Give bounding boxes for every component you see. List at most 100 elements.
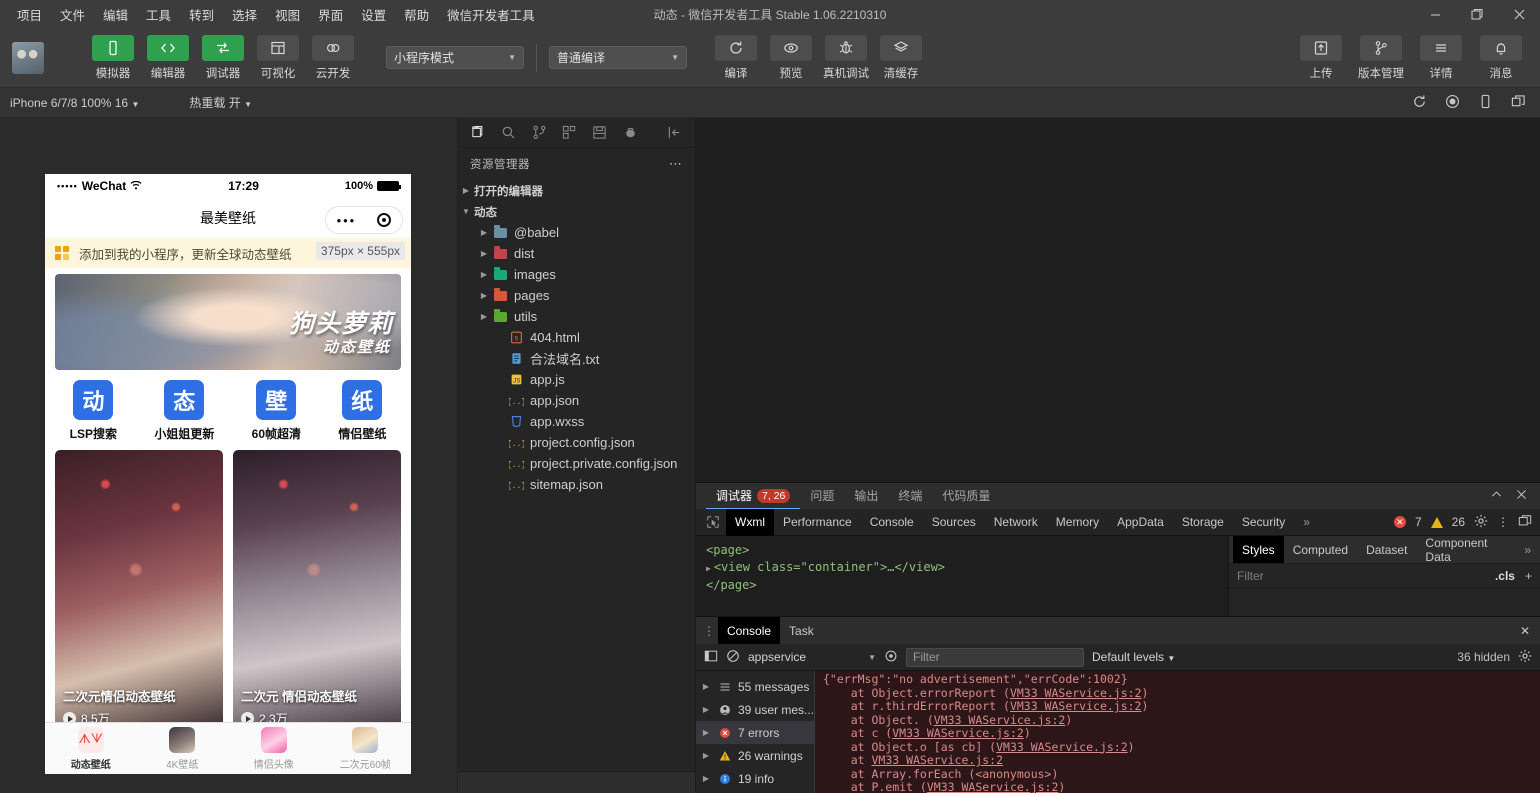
menu-item-0[interactable]: 项目 [8, 1, 51, 28]
kebab-icon[interactable]: ⋮ [1497, 515, 1509, 529]
expand-arrow-icon[interactable]: ▶ [476, 228, 492, 237]
console-source-link[interactable]: VM33 WAService.js:2 [1010, 686, 1142, 700]
expand-arrow-icon[interactable]: ▶ [700, 705, 712, 714]
more-icon[interactable]: ⋯ [669, 156, 683, 172]
menu-item-6[interactable]: 视图 [266, 1, 309, 28]
console-tab-Task[interactable]: Task [780, 617, 823, 644]
hero-banner[interactable]: 狗头萝莉 动态壁纸 [55, 274, 401, 370]
console-settings-gear-icon[interactable] [1518, 649, 1532, 666]
debug-icon[interactable] [622, 124, 638, 141]
kebab-icon[interactable]: ⋮ [700, 624, 718, 638]
extensions-icon[interactable] [561, 124, 577, 141]
wechat-capsule[interactable]: ••• [325, 206, 403, 234]
toolbar-button-可视化[interactable]: 可视化 [255, 34, 301, 81]
chrome-tab-Performance[interactable]: Performance [774, 509, 861, 536]
toolbar-button-预览[interactable]: 预览 [768, 34, 814, 81]
chrome-tabs-overflow[interactable]: » [1294, 509, 1319, 536]
console-context-select[interactable]: appservice ▼ [748, 650, 876, 664]
source-control-icon[interactable] [531, 124, 547, 141]
window-icon[interactable] [1511, 94, 1526, 112]
collapse-icon[interactable] [667, 124, 683, 141]
devtools-tab-调试器[interactable]: 调试器 7, 26 [706, 483, 801, 509]
toolbar-button-编译[interactable]: 编译 [713, 34, 759, 81]
console-messages[interactable]: {"errMsg":"no advertisement","errCode":1… [815, 671, 1540, 793]
toolbar-button-消息[interactable]: 消息 [1476, 34, 1526, 81]
toolbar-button-真机调试[interactable]: 真机调试 [823, 34, 869, 81]
toolbar-button-云开发[interactable]: 云开发 [310, 34, 356, 81]
files-icon[interactable] [470, 124, 486, 141]
expand-arrow-icon[interactable]: ▶ [476, 249, 492, 258]
cls-button[interactable]: .cls [1495, 569, 1515, 583]
tree-file-app.wxss[interactable]: app.wxss [458, 411, 695, 432]
expand-arrow-icon[interactable]: ▶ [700, 728, 712, 737]
category-item[interactable]: 纸情侣壁纸 [338, 380, 386, 442]
expand-arrow-icon[interactable]: ▶ [700, 751, 712, 760]
tree-folder-dist[interactable]: ▶ dist [458, 243, 695, 264]
phone-tab-1[interactable]: 4K壁纸 [137, 726, 229, 771]
category-item[interactable]: 壁 60帧超清 [252, 380, 301, 442]
tree-file-app.json[interactable]: {..} app.json [458, 390, 695, 411]
chrome-tab-AppData[interactable]: AppData [1108, 509, 1173, 536]
console-close-button[interactable]: ✕ [1520, 624, 1540, 638]
tree-folder-@babel[interactable]: ▶ @babel [458, 222, 695, 243]
expand-arrow-icon[interactable]: ▶ [700, 682, 712, 691]
console-filter-input[interactable]: Filter [906, 647, 1084, 667]
console-levels-select[interactable]: Default levels ▼ [1092, 650, 1175, 664]
error-count[interactable]: 7 [1415, 515, 1422, 529]
styles-filter-input[interactable]: Filter [1237, 569, 1495, 583]
chrome-tab-Network[interactable]: Network [985, 509, 1047, 536]
devtools-tab-终端[interactable]: 终端 [888, 483, 932, 509]
target-icon[interactable] [377, 213, 392, 227]
toolbar-button-模拟器[interactable]: 模拟器 [90, 34, 136, 81]
console-filter-26 warnings[interactable]: ▶ 26 warnings [696, 744, 814, 767]
chrome-tab-Console[interactable]: Console [861, 509, 923, 536]
category-item[interactable]: 动 LSP搜索 [70, 380, 117, 442]
toolbar-button-清缓存[interactable]: 清缓存 [878, 34, 924, 81]
mode-select[interactable]: 小程序模式 ▼ [386, 46, 524, 69]
tree-file-合法域名.txt[interactable]: 合法域名.txt [458, 348, 695, 369]
device-icon[interactable] [1478, 94, 1493, 112]
console-sidebar-toggle-icon[interactable] [704, 649, 718, 666]
wallpaper-card[interactable]: 二次元情侣动态壁纸 8.5万 [55, 450, 223, 735]
warning-count[interactable]: 26 [1452, 515, 1465, 529]
styles-tab-Component Data[interactable]: Component Data [1416, 536, 1515, 564]
menu-item-3[interactable]: 工具 [137, 1, 180, 28]
add-rule-button[interactable]: + [1525, 569, 1532, 583]
minimize-button[interactable] [1414, 0, 1456, 28]
wxml-line[interactable]: ▶ <view class="container">…</view> [706, 559, 1218, 577]
menu-item-4[interactable]: 转到 [180, 1, 223, 28]
device-select[interactable]: iPhone 6/7/8 100% 16 ▼ [0, 96, 149, 110]
expand-arrow-icon[interactable]: ▶ [700, 774, 712, 783]
tree-file-404.html[interactable]: 5 404.html [458, 327, 695, 348]
devtools-tab-输出[interactable]: 输出 [844, 483, 888, 509]
menu-item-7[interactable]: 界面 [309, 1, 352, 28]
gear-icon[interactable] [1474, 514, 1488, 531]
add-to-miniprogram-banner[interactable]: 添加到我的小程序，更新全球动态壁纸 375px × 555px [45, 238, 411, 268]
console-source-link[interactable]: VM33 WAService.js:2 [996, 740, 1128, 754]
chrome-tab-Wxml[interactable]: Wxml [726, 508, 774, 536]
devtools-tab-问题[interactable]: 问题 [800, 483, 844, 509]
menu-item-2[interactable]: 编辑 [94, 1, 137, 28]
phone-tab-3[interactable]: 二次元60帧 [320, 726, 412, 771]
expand-arrow-icon[interactable]: ▼ [458, 207, 474, 216]
styles-tab-Dataset[interactable]: Dataset [1357, 536, 1416, 563]
editor-area[interactable] [696, 118, 1540, 482]
console-filter-39 user mes...[interactable]: ▶ 39 user mes... [696, 698, 814, 721]
expand-arrow-icon[interactable]: ▶ [476, 270, 492, 279]
console-source-link[interactable]: VM33 WAService.js:2 [892, 726, 1024, 740]
toolbar-button-调试器[interactable]: 调试器 [200, 34, 246, 81]
console-filter-19 info[interactable]: ▶ 19 info [696, 767, 814, 790]
tree-section-动态[interactable]: ▼ 动态 [458, 201, 695, 222]
expand-arrow-icon[interactable]: ▶ [706, 564, 711, 573]
category-item[interactable]: 态小姐姐更新 [154, 380, 214, 442]
tree-file-sitemap.json[interactable]: {..} sitemap.json [458, 474, 695, 495]
chrome-tab-Security[interactable]: Security [1233, 509, 1294, 536]
menu-item-5[interactable]: 选择 [223, 1, 266, 28]
toolbar-button-上传[interactable]: 上传 [1296, 34, 1346, 81]
menu-item-9[interactable]: 帮助 [395, 1, 438, 28]
expand-arrow-icon[interactable]: ▶ [476, 291, 492, 300]
dock-icon[interactable] [1518, 514, 1532, 531]
styles-tab-Computed[interactable]: Computed [1284, 536, 1357, 563]
tree-file-project.config.json[interactable]: {..} project.config.json [458, 432, 695, 453]
chrome-tab-Sources[interactable]: Sources [923, 509, 985, 536]
